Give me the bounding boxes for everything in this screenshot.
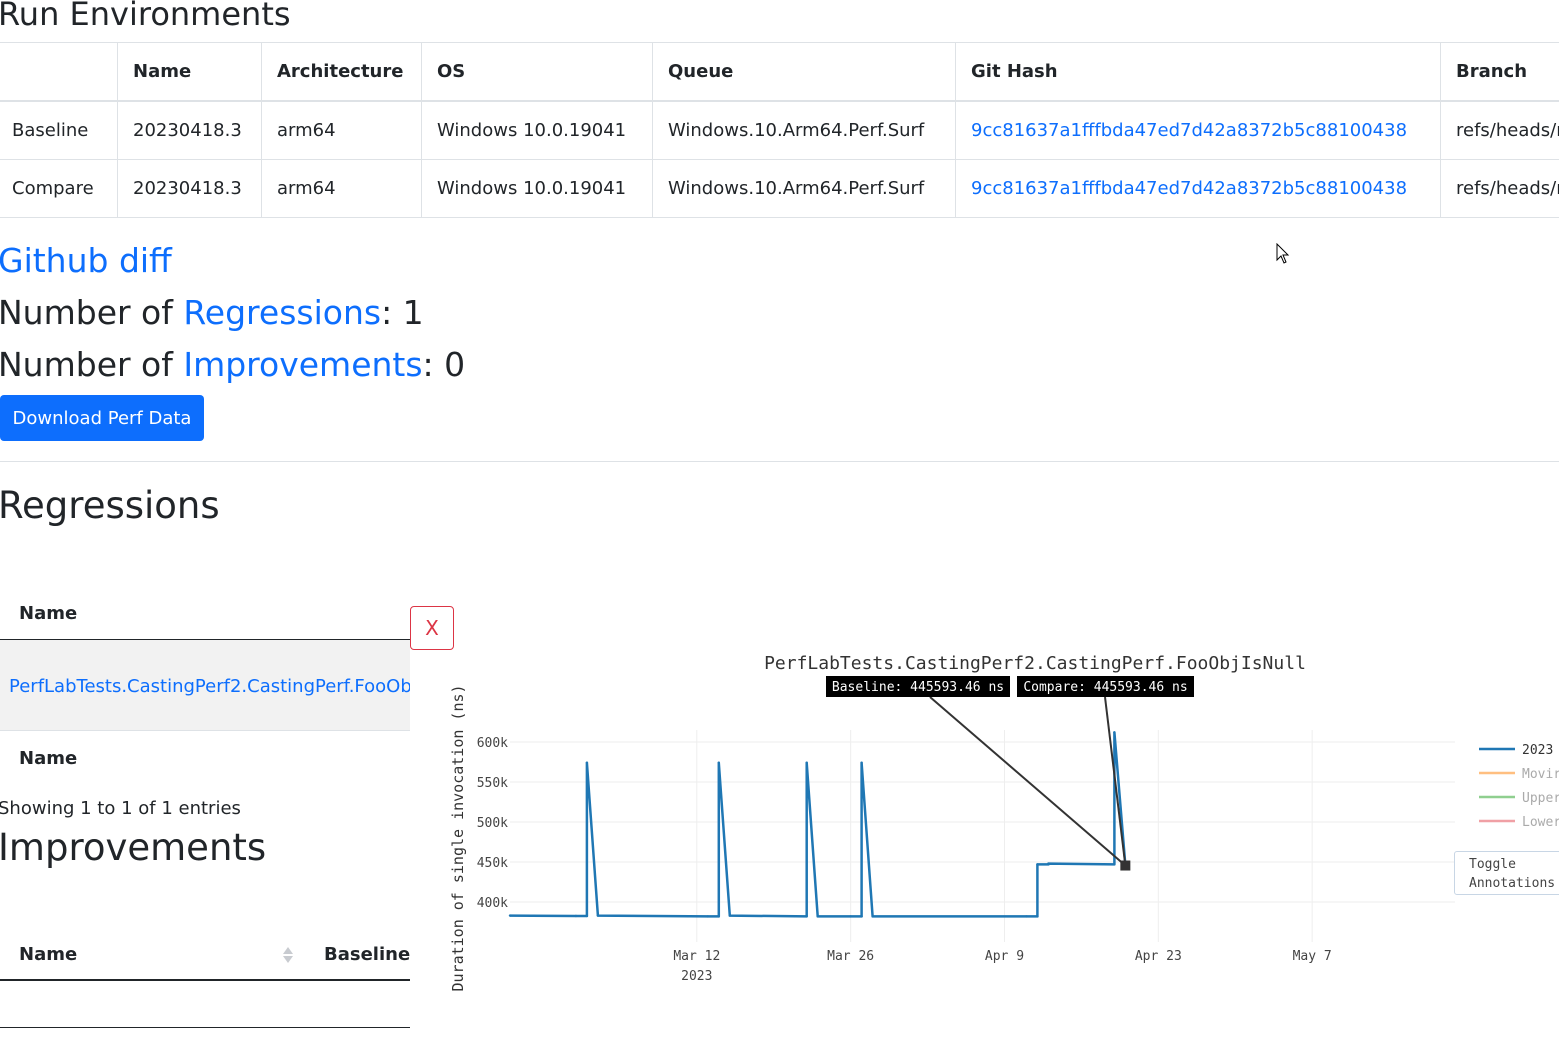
series-point xyxy=(805,761,808,764)
mouse-cursor-icon xyxy=(1276,243,1290,264)
series-point xyxy=(1036,863,1039,866)
annotation-arrow xyxy=(929,696,1127,867)
chart-title: PerfLabTests.CastingPerf2.CastingPerf.Fo… xyxy=(764,653,1306,674)
series-point xyxy=(1036,915,1039,918)
chart-legend: 2023 Movir Upper Lower xyxy=(1479,743,1559,830)
series-point xyxy=(728,914,731,917)
series-point xyxy=(585,761,589,764)
series-point xyxy=(860,761,863,764)
series-point xyxy=(849,915,852,918)
series-point xyxy=(860,915,863,918)
y-tick-label: 500k xyxy=(477,816,508,831)
toggle-label-line2: Annotations xyxy=(1469,876,1556,891)
y-tick-label: 450k xyxy=(477,856,508,871)
toggle-label-line1: Toggle xyxy=(1469,857,1516,872)
series-point xyxy=(574,914,578,918)
y-tick-label: 400k xyxy=(477,896,508,911)
legend-label: 2023 xyxy=(1522,743,1553,758)
series-point xyxy=(508,914,512,917)
y-tick-label: 550k xyxy=(477,776,508,791)
chart-ylabel: Duration of single invocation (ns) xyxy=(449,684,467,991)
series-point xyxy=(717,915,720,918)
x-tick-label: May 7 xyxy=(1293,949,1332,964)
chart-grid xyxy=(510,730,1455,942)
series-point xyxy=(1025,915,1028,918)
y-tick-label: 600k xyxy=(477,736,508,751)
series-point xyxy=(596,914,600,917)
series-point xyxy=(816,915,819,918)
series-point xyxy=(871,915,874,918)
legend-label: Upper xyxy=(1522,791,1559,806)
x-tick-label: Apr 23 xyxy=(1135,949,1182,964)
series-point xyxy=(1113,731,1116,734)
x-tick-label: Mar 26 xyxy=(827,949,874,964)
annotation-label: Compare: 445593.46 ns xyxy=(1023,680,1187,695)
annotation-label: Baseline: 445593.46 ns xyxy=(832,680,1004,695)
x-tick-label: Mar 12 xyxy=(673,949,720,964)
chart-series xyxy=(508,731,1127,918)
series-point xyxy=(805,915,808,918)
x-tick-sublabel: 2023 xyxy=(681,969,712,984)
series-point xyxy=(717,761,720,764)
toggle-annotations-button[interactable]: Toggle Annotations xyxy=(1454,851,1559,895)
perf-chart: 400k 450k 500k 550k 600k Mar 12 2023 Mar 26 Apr … xyxy=(449,653,1559,992)
series-point xyxy=(585,914,589,918)
legend-label: Movir xyxy=(1522,767,1559,782)
series-point xyxy=(1047,862,1050,865)
series-line xyxy=(509,731,1127,918)
series-point xyxy=(706,915,709,918)
chart-axes: 400k 450k 500k 550k 600k Mar 12 2023 Mar 26 Apr … xyxy=(477,736,1332,984)
annotation-marker xyxy=(1120,860,1131,871)
series-point xyxy=(1113,863,1116,866)
x-tick-label: Apr 9 xyxy=(985,949,1024,964)
legend-label: Lower xyxy=(1522,815,1559,830)
chart-annotations: Baseline: 445593.46 ns Compare: 445593.46… xyxy=(826,676,1194,871)
